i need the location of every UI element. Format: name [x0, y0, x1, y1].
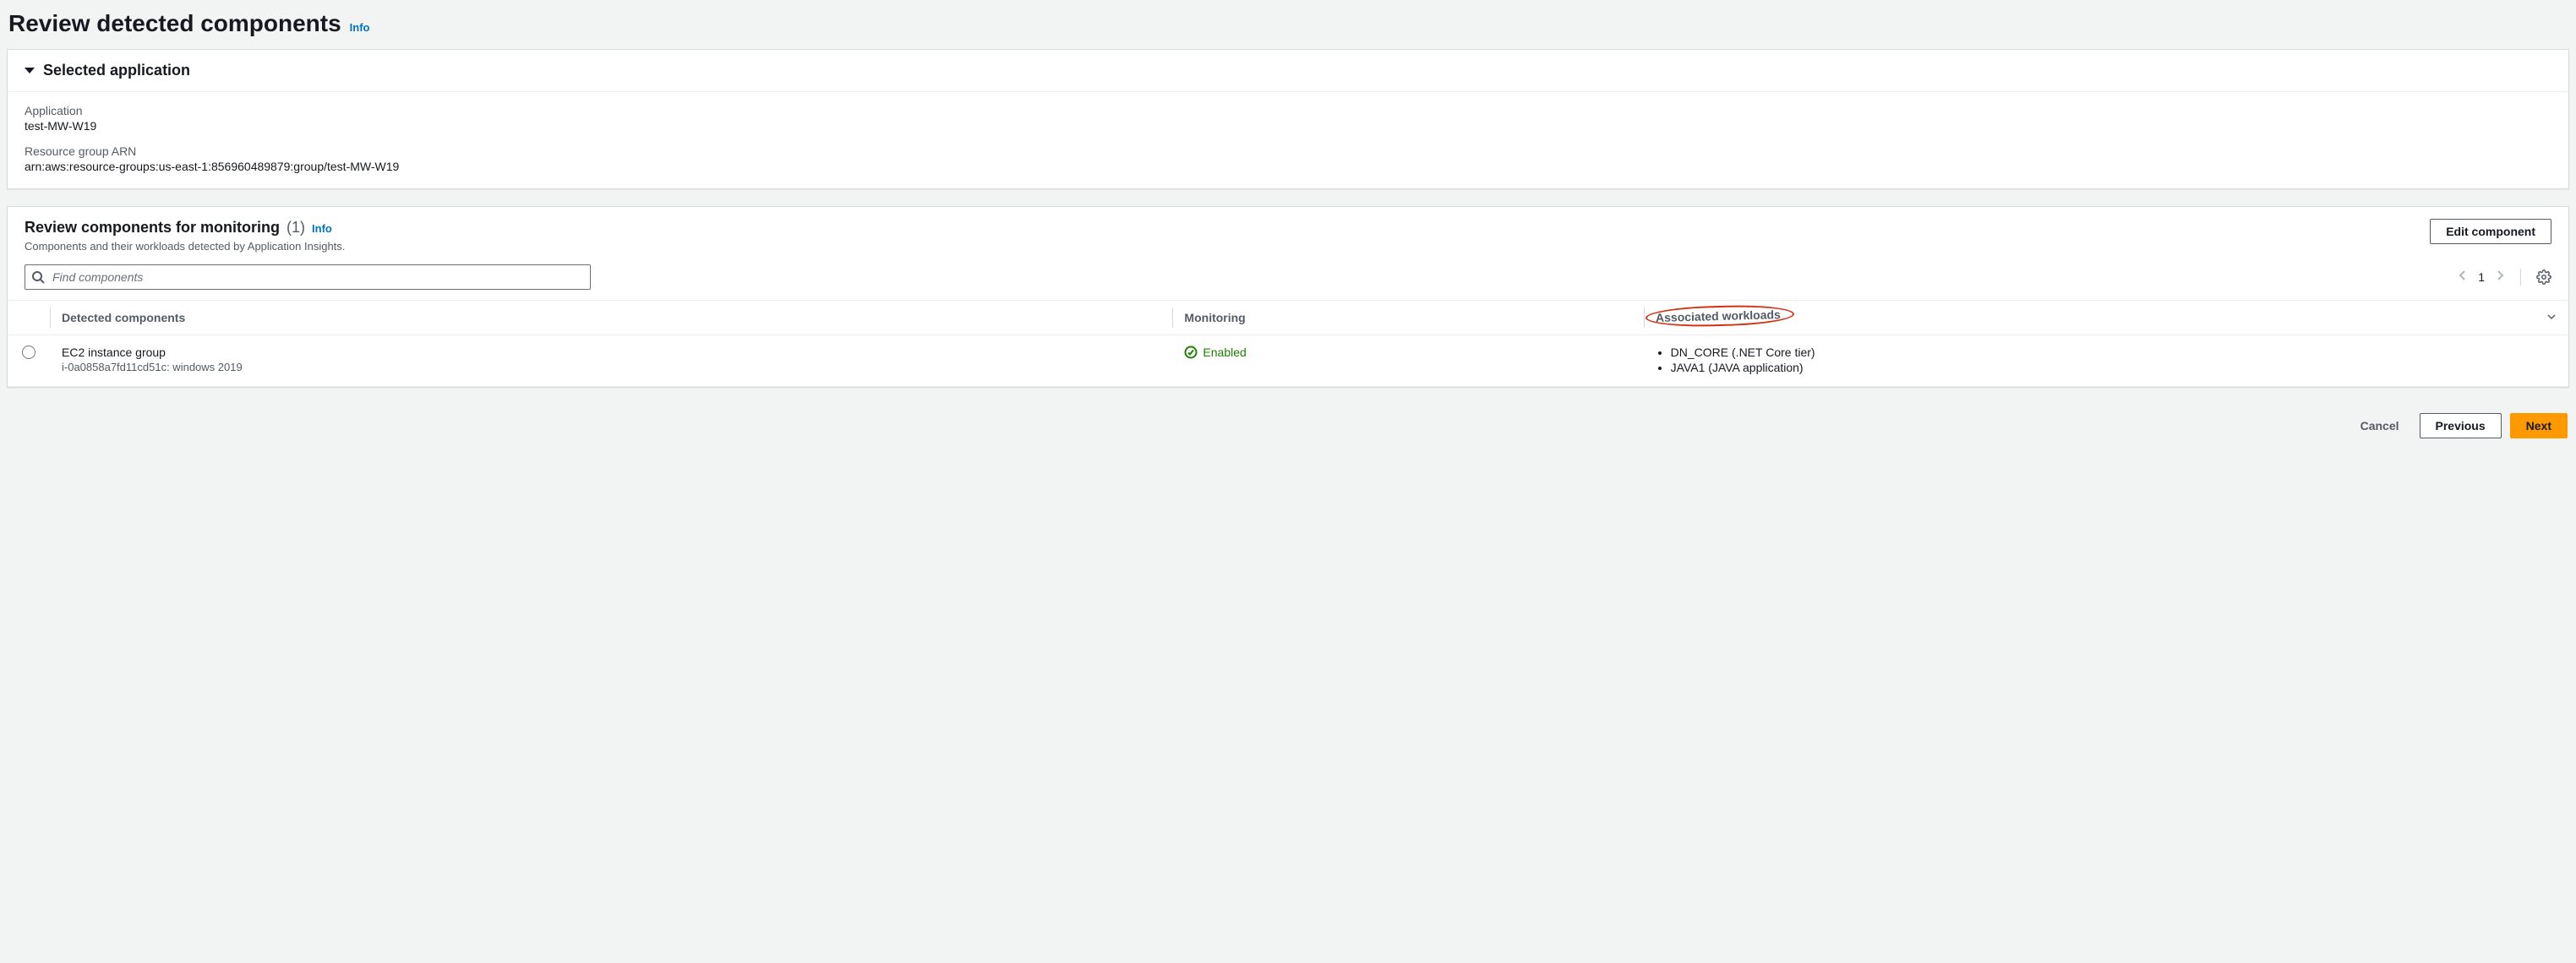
components-title-block: Review components for monitoring (1) Inf… — [25, 219, 345, 253]
application-label: Application — [25, 104, 2551, 117]
component-name: EC2 instance group — [62, 345, 1160, 359]
col-settings[interactable] — [2535, 301, 2568, 335]
divider — [2520, 269, 2521, 286]
pager-page-number: 1 — [2478, 270, 2485, 284]
col-monitoring[interactable]: Monitoring — [1172, 301, 1643, 335]
footer-actions: Cancel Previous Next — [7, 405, 2569, 442]
selected-application-body: Application test-MW-W19 Resource group A… — [8, 92, 2568, 188]
components-description: Components and their workloads detected … — [25, 240, 345, 253]
components-title: Review components for monitoring — [25, 219, 280, 237]
selected-application-panel: Selected application Application test-MW… — [7, 49, 2569, 189]
components-table: Detected components Monitoring Associate… — [8, 300, 2568, 387]
component-subtitle: i-0a0858a7fd11cd51c: windows 2019 — [62, 361, 1160, 373]
caret-down-icon — [25, 68, 35, 73]
page-title: Review detected components — [8, 10, 341, 37]
components-toolbar: 1 — [8, 258, 2568, 300]
workloads-list: DN_CORE (.NET Core tier) JAVA1 (JAVA app… — [1656, 345, 2557, 374]
row-select-radio[interactable] — [22, 345, 35, 359]
pager-next[interactable] — [2497, 269, 2505, 286]
workload-item: JAVA1 (JAVA application) — [1671, 361, 2557, 374]
col-detected[interactable]: Detected components — [50, 301, 1172, 335]
search-wrap — [25, 264, 591, 290]
components-count: (1) — [287, 219, 305, 237]
settings-button[interactable] — [2536, 269, 2551, 285]
selected-application-title: Selected application — [43, 62, 190, 79]
cancel-button[interactable]: Cancel — [2349, 413, 2411, 438]
column-settings-icon — [2546, 312, 2557, 322]
search-icon — [31, 270, 45, 284]
arn-value: arn:aws:resource-groups:us-east-1:856960… — [25, 160, 2551, 173]
search-input[interactable] — [25, 264, 591, 290]
col-select — [8, 301, 50, 335]
info-link[interactable]: Info — [350, 21, 370, 34]
edit-component-button[interactable]: Edit component — [2430, 219, 2551, 244]
components-info-link[interactable]: Info — [312, 222, 332, 235]
check-circle-icon — [1184, 345, 1198, 359]
selected-application-header[interactable]: Selected application — [8, 50, 2568, 92]
components-panel: Review components for monitoring (1) Inf… — [7, 206, 2569, 388]
application-value: test-MW-W19 — [25, 119, 2551, 133]
table-row: EC2 instance group i-0a0858a7fd11cd51c: … — [8, 335, 2568, 387]
arn-label: Resource group ARN — [25, 144, 2551, 158]
components-header-row: Review components for monitoring (1) Inf… — [8, 207, 2568, 258]
next-button[interactable]: Next — [2510, 413, 2568, 438]
pager: 1 — [2458, 269, 2551, 286]
pager-prev[interactable] — [2458, 269, 2466, 286]
monitoring-status: Enabled — [1184, 345, 1246, 359]
workload-item: DN_CORE (.NET Core tier) — [1671, 345, 2557, 359]
highlight-circle: Associated workloads — [1645, 304, 1793, 329]
previous-button[interactable]: Previous — [2420, 413, 2502, 438]
col-workloads[interactable]: Associated workloads — [1644, 301, 2535, 335]
page-title-row: Review detected components Info — [7, 7, 2569, 49]
